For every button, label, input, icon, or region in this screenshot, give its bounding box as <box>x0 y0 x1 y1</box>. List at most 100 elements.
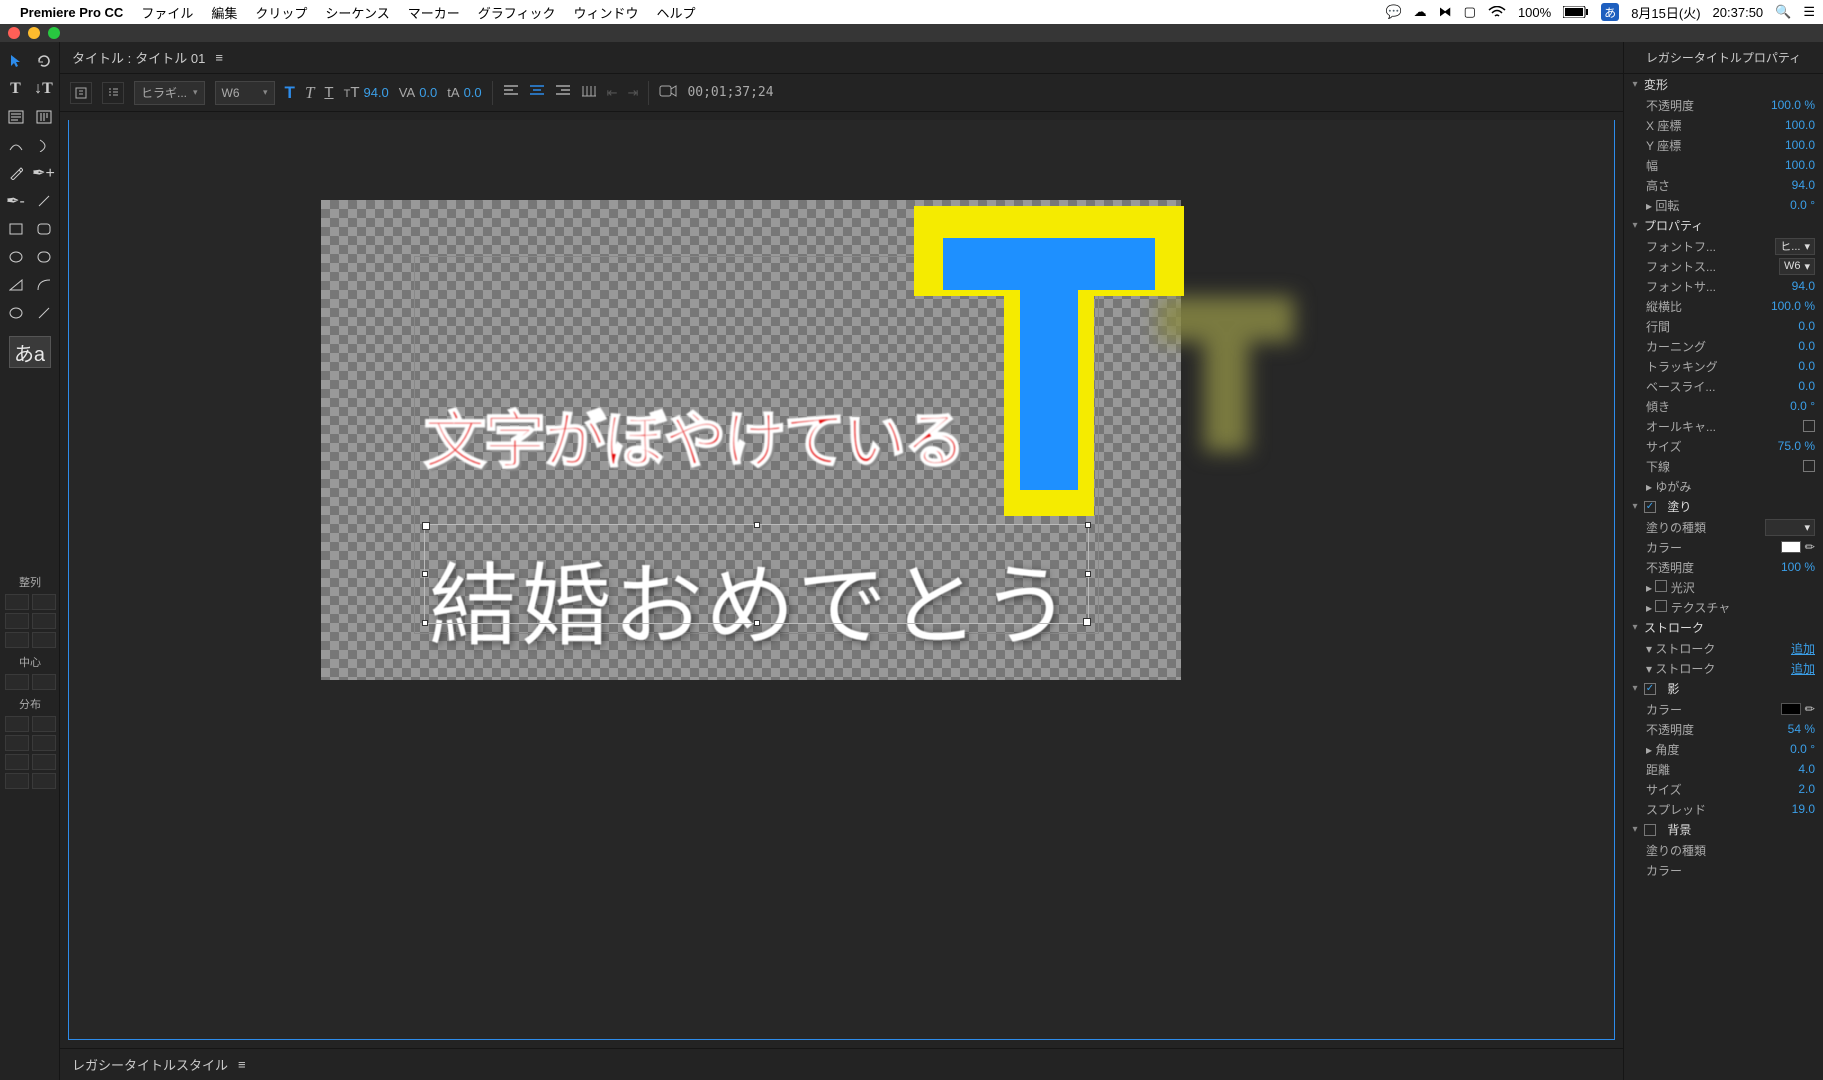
tool-arc[interactable] <box>33 274 55 296</box>
dist-6[interactable] <box>32 754 56 770</box>
prop-aspect[interactable]: 100.0 % <box>1771 299 1815 313</box>
canvas-viewport[interactable]: 文字がぼやけている 結婚おめでとう <box>68 120 1615 1040</box>
ime-indicator[interactable]: あ <box>1601 3 1619 21</box>
tool-selection[interactable] <box>5 50 27 72</box>
prop-shadow-distance[interactable]: 4.0 <box>1798 762 1815 776</box>
text-selection-box[interactable] <box>424 524 1089 624</box>
dist-7[interactable] <box>5 773 29 789</box>
section-fill[interactable]: ▾ 塗り <box>1624 496 1823 517</box>
bluetooth-icon[interactable]: ⧓ <box>1439 4 1452 20</box>
dist-4[interactable] <box>32 735 56 751</box>
dist-2[interactable] <box>32 716 56 732</box>
texture-check[interactable] <box>1655 600 1667 612</box>
tool-path-type[interactable] <box>5 134 27 156</box>
prop-x[interactable]: 100.0 <box>1785 118 1815 132</box>
prev-tab-button[interactable]: ⇤ <box>607 85 618 101</box>
menu-clip[interactable]: クリップ <box>255 3 307 22</box>
next-tab-button[interactable]: ⇥ <box>628 85 639 101</box>
sheen-check[interactable] <box>1655 580 1667 592</box>
tool-area-type[interactable] <box>5 106 27 128</box>
prop-font-size[interactable]: 94.0 <box>1792 279 1815 293</box>
tool-wedge[interactable] <box>5 274 27 296</box>
creative-cloud-icon[interactable]: ☁ <box>1414 4 1427 20</box>
dist-8[interactable] <box>32 773 56 789</box>
tool-vertical-path-type[interactable] <box>33 134 55 156</box>
prop-height[interactable]: 94.0 <box>1792 178 1815 192</box>
tool-line[interactable] <box>33 302 55 324</box>
prop-width[interactable]: 100.0 <box>1785 158 1815 172</box>
prop-shadow-spread[interactable]: 19.0 <box>1792 802 1815 816</box>
close-window-button[interactable] <box>8 27 20 39</box>
tool-vertical-area-type[interactable] <box>33 106 55 128</box>
prop-font-style[interactable]: W6▾ <box>1779 258 1815 275</box>
bold-button[interactable]: T <box>285 83 295 103</box>
section-properties[interactable]: ▾プロパティ <box>1624 215 1823 236</box>
spotlight-icon[interactable]: 🔍 <box>1775 4 1791 20</box>
prop-allcaps-check[interactable] <box>1803 420 1815 432</box>
tool-vertical-type[interactable]: ↓T <box>33 78 55 100</box>
notification-center-icon[interactable]: ☰ <box>1803 4 1815 20</box>
font-weight-dropdown[interactable]: W6▾ <box>215 81 275 105</box>
fill-color-swatch[interactable] <box>1781 541 1801 553</box>
tool-pen-delete[interactable]: ✒- <box>5 190 27 212</box>
menu-window[interactable]: ウィンドウ <box>574 3 639 22</box>
maximize-window-button[interactable] <box>48 27 60 39</box>
align-left-button[interactable] <box>503 85 519 100</box>
big-t-graphic[interactable] <box>914 206 1184 516</box>
shadow-eyedropper-icon[interactable]: ✎ <box>1801 700 1818 717</box>
dist-3[interactable] <box>5 735 29 751</box>
prop-slant[interactable]: 0.0 ° <box>1790 399 1815 413</box>
prop-shadow-size[interactable]: 2.0 <box>1798 782 1815 796</box>
stroke-outer-add[interactable]: 追加 <box>1791 660 1815 677</box>
menu-edit[interactable]: 編集 <box>211 3 237 22</box>
styles-panel-menu-icon[interactable]: ≡ <box>238 1057 246 1072</box>
tool-pen[interactable] <box>5 162 27 184</box>
wifi-icon[interactable] <box>1488 6 1506 18</box>
timecode-display[interactable]: 00;01;37;24 <box>687 85 773 100</box>
tool-ellipse[interactable] <box>5 302 27 324</box>
tool-rounded-rect2[interactable] <box>33 246 55 268</box>
align-center-button[interactable] <box>529 85 545 100</box>
tool-rectangle[interactable] <box>5 218 27 240</box>
airplay-icon[interactable]: ▢ <box>1464 4 1476 20</box>
fill-enable-check[interactable] <box>1644 501 1656 513</box>
leading-value[interactable]: 0.0 <box>464 85 482 100</box>
section-background[interactable]: ▾ 背景 <box>1624 819 1823 840</box>
section-shadow[interactable]: ▾ 影 <box>1624 678 1823 699</box>
align-hcenter[interactable] <box>5 613 29 629</box>
menu-help[interactable]: ヘルプ <box>657 3 696 22</box>
align-right[interactable] <box>5 632 29 648</box>
tool-pen-add[interactable]: ✒+ <box>33 162 55 184</box>
prop-smallcaps-size[interactable]: 75.0 % <box>1778 439 1815 453</box>
title-style-thumb[interactable]: あa <box>9 336 51 368</box>
center-v[interactable] <box>32 674 56 690</box>
prop-fill-type[interactable]: ▾ <box>1765 519 1815 536</box>
battery-icon[interactable] <box>1563 6 1589 18</box>
prop-kerning[interactable]: 0.0 <box>1798 339 1815 353</box>
section-stroke[interactable]: ▾ストローク <box>1624 617 1823 638</box>
fill-eyedropper-icon[interactable]: ✎ <box>1801 538 1818 555</box>
menu-graphics[interactable]: グラフィック <box>478 3 556 22</box>
menu-marker[interactable]: マーカー <box>408 3 460 22</box>
font-family-dropdown[interactable]: ヒラギ...▾ <box>134 81 205 105</box>
prop-baseline[interactable]: 0.0 <box>1798 379 1815 393</box>
align-bottom[interactable] <box>32 632 56 648</box>
prop-fill-opacity[interactable]: 100 % <box>1781 560 1815 574</box>
new-title-based-on-button[interactable] <box>70 82 92 104</box>
prop-underline-check[interactable] <box>1803 460 1815 472</box>
tool-convert-point[interactable] <box>33 190 55 212</box>
shadow-enable-check[interactable] <box>1644 683 1656 695</box>
align-right-button[interactable] <box>555 85 571 100</box>
tool-ellipse-clipped[interactable] <box>5 246 27 268</box>
tab-stops-button[interactable] <box>581 84 597 101</box>
bg-enable-check[interactable] <box>1644 824 1656 836</box>
dist-5[interactable] <box>5 754 29 770</box>
roll-crawl-options-button[interactable] <box>102 82 124 104</box>
underline-button[interactable]: T <box>324 84 333 101</box>
prop-tracking[interactable]: 0.0 <box>1798 359 1815 373</box>
prop-leading[interactable]: 0.0 <box>1798 319 1815 333</box>
prop-rotation[interactable]: 0.0 ° <box>1790 198 1815 212</box>
prop-opacity[interactable]: 100.0 % <box>1771 98 1815 112</box>
minimize-window-button[interactable] <box>28 27 40 39</box>
prop-shadow-angle[interactable]: 0.0 ° <box>1790 742 1815 756</box>
